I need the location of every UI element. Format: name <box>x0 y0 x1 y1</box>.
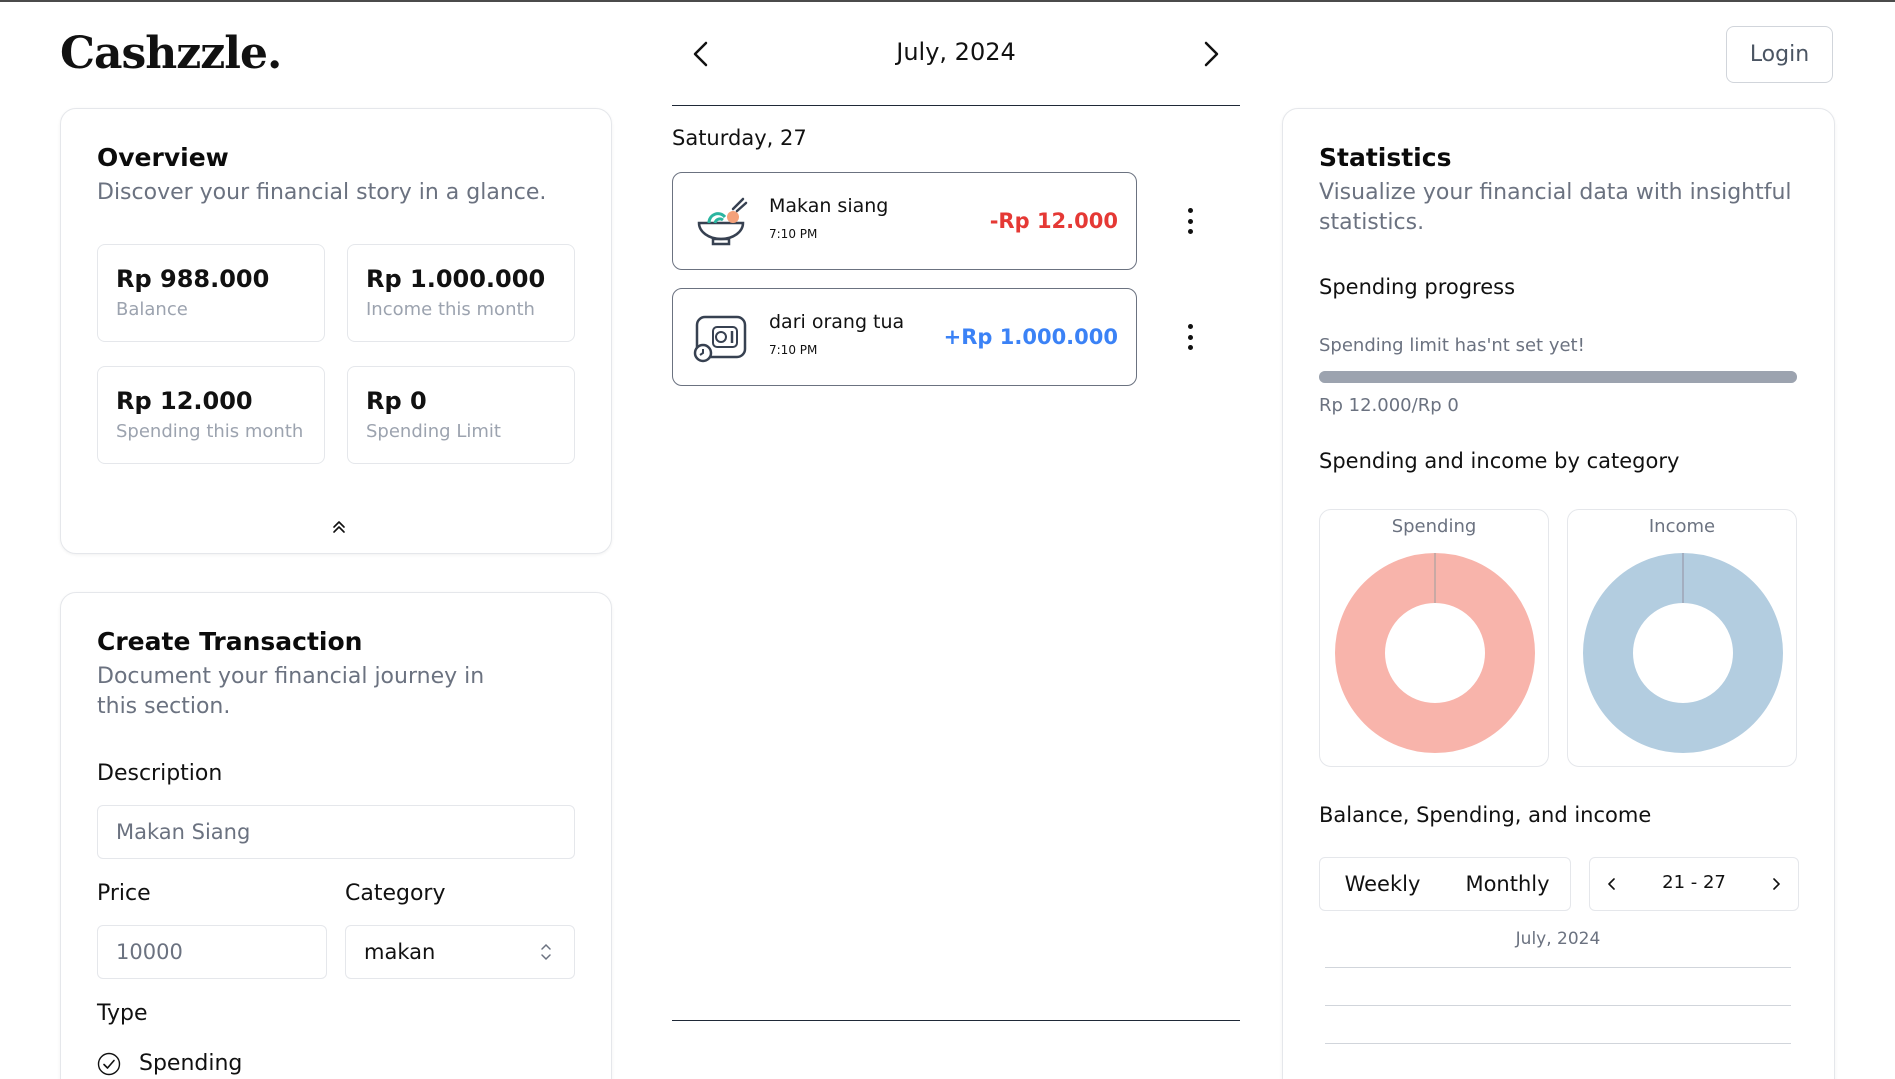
chart-month-label: July, 2024 <box>1515 929 1601 949</box>
category-value: makan <box>364 940 436 964</box>
type-label: Type <box>97 1001 148 1026</box>
transaction-item[interactable]: dari orang tua 7:10 PM +Rp 1.000.000 <box>672 288 1137 386</box>
income-caption: Income <box>1648 516 1716 537</box>
stat-label: Spending Limit <box>366 421 501 442</box>
category-label: Category <box>345 881 446 906</box>
transaction-amount: -Rp 12.000 <box>989 209 1118 233</box>
stat-label: Balance <box>116 299 188 320</box>
income-donut-card: Income <box>1567 509 1797 767</box>
check-circle-icon <box>97 1052 121 1075</box>
monthly-toggle[interactable]: Monthly <box>1445 872 1570 896</box>
transaction-time: 7:10 PM <box>769 227 818 241</box>
balance-chart-title: Balance, Spending, and income <box>1319 803 1652 827</box>
week-range-label: 21 - 27 <box>1662 872 1726 893</box>
divider-top <box>672 105 1240 106</box>
brand-logo: Cashzzle. <box>60 28 282 79</box>
overview-subtitle: Discover your financial story in a glanc… <box>97 180 547 205</box>
spending-progress-bar <box>1319 371 1797 383</box>
overview-card: Overview Discover your financial story i… <box>60 108 612 554</box>
transaction-amount: +Rp 1.000.000 <box>943 325 1118 349</box>
divider-bottom <box>672 1020 1240 1021</box>
transaction-time: 7:10 PM <box>769 343 818 357</box>
description-label: Description <box>97 761 223 786</box>
create-subtitle: Document your financial journey in this … <box>97 664 485 719</box>
collapse-chevrons-up-icon[interactable] <box>331 519 347 535</box>
stat-spending: Rp 12.000 Spending this month <box>97 366 325 464</box>
spending-progress-note: Spending limit has'nt set yet! <box>1319 335 1585 356</box>
chart-gridline <box>1325 1005 1791 1006</box>
spending-progress-text: Rp 12.000/Rp 0 <box>1319 395 1459 416</box>
category-select[interactable]: makan <box>345 925 575 979</box>
stat-spending-limit: Rp 0 Spending Limit <box>347 366 575 464</box>
chart-gridline <box>1325 1043 1791 1044</box>
week-range-navigator: 21 - 27 <box>1589 857 1799 911</box>
month-navigator: July, 2024 <box>672 30 1240 80</box>
day-heading: Saturday, 27 <box>672 126 807 150</box>
food-bowl-icon <box>697 197 748 246</box>
period-toggle: Weekly Monthly <box>1319 857 1571 911</box>
type-option-spending[interactable]: Spending <box>97 1051 242 1076</box>
stat-value: Rp 988.000 <box>116 265 270 293</box>
spending-progress-fill <box>1319 371 1797 383</box>
stat-value: Rp 0 <box>366 387 427 415</box>
stat-label: Spending this month <box>116 421 304 442</box>
stat-balance: Rp 988.000 Balance <box>97 244 325 342</box>
category-title: Spending and income by category <box>1319 449 1680 473</box>
transaction-name: Makan siang <box>769 195 889 217</box>
spending-donut-card: Spending <box>1319 509 1549 767</box>
stat-label: Income this month <box>366 299 535 320</box>
overview-title: Overview <box>97 143 229 172</box>
transaction-name: dari orang tua <box>769 311 905 333</box>
current-month: July, 2024 <box>896 38 1016 66</box>
create-transaction-card: Create Transaction Document your financi… <box>60 592 612 1079</box>
price-input[interactable]: 10000 <box>97 925 327 979</box>
stat-income: Rp 1.000.000 Income this month <box>347 244 575 342</box>
stat-value: Rp 1.000.000 <box>366 265 546 293</box>
wallet-icon <box>693 315 747 363</box>
weekly-toggle[interactable]: Weekly <box>1320 872 1445 896</box>
statistics-card: Statistics Visualize your financial data… <box>1282 108 1835 1079</box>
more-options-icon[interactable] <box>1180 204 1200 238</box>
statistics-subtitle: Visualize your financial data with insig… <box>1319 180 1792 235</box>
select-caret-icon <box>541 943 551 961</box>
login-button[interactable]: Login <box>1726 26 1833 83</box>
chevron-right-icon[interactable] <box>1194 38 1226 70</box>
spending-progress-title: Spending progress <box>1319 275 1516 299</box>
description-input[interactable]: Makan Siang <box>97 805 575 859</box>
spending-donut-chart <box>1335 553 1535 753</box>
statistics-title: Statistics <box>1319 143 1452 172</box>
type-option-label: Spending <box>139 1051 243 1076</box>
chevron-right-icon[interactable] <box>1768 876 1784 892</box>
income-donut-chart <box>1583 553 1783 753</box>
price-label: Price <box>97 881 151 906</box>
create-title: Create Transaction <box>97 627 363 656</box>
more-options-icon[interactable] <box>1180 320 1200 354</box>
stat-value: Rp 12.000 <box>116 387 253 415</box>
transaction-item[interactable]: Makan siang 7:10 PM -Rp 12.000 <box>672 172 1137 270</box>
chart-gridline <box>1325 967 1791 968</box>
spending-caption: Spending <box>1391 516 1477 537</box>
